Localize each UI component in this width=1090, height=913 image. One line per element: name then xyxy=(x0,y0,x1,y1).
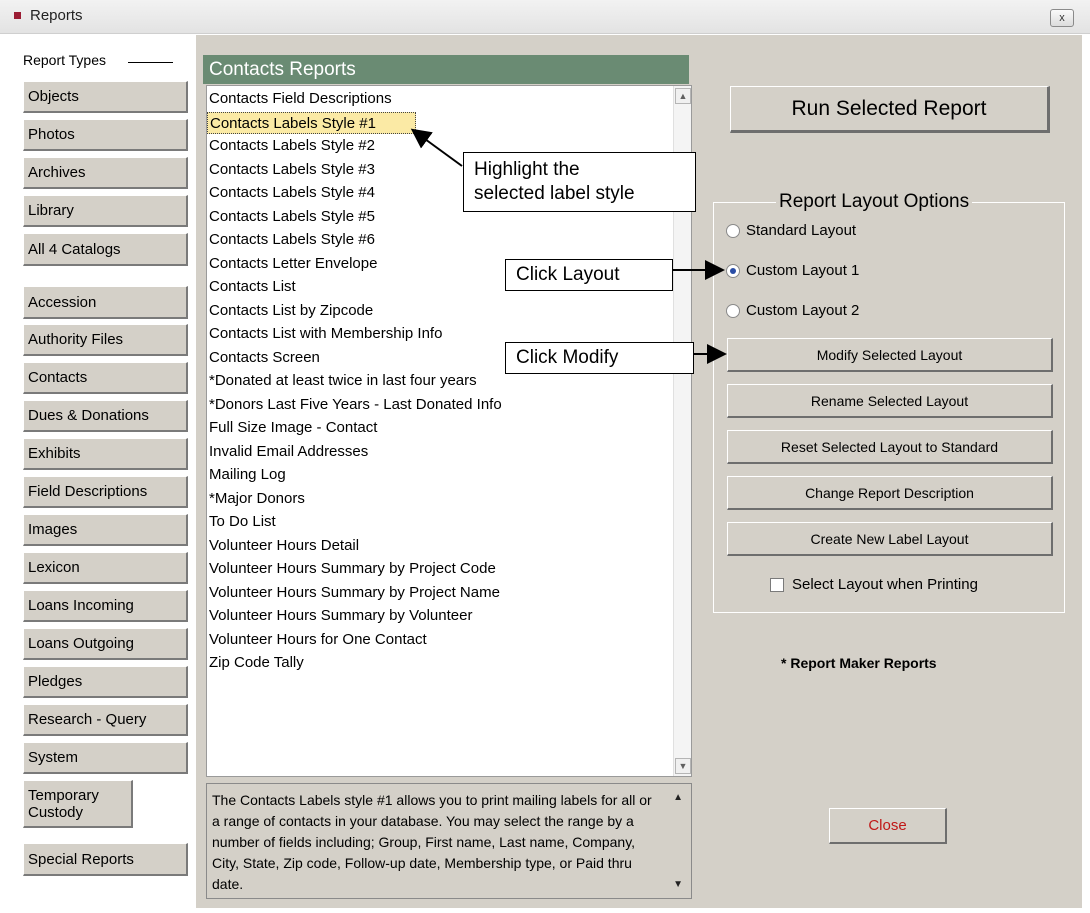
report-types-header: Report Types xyxy=(23,52,107,68)
report-list-item[interactable]: Volunteer Hours Summary by Project Name xyxy=(207,582,500,604)
report-list-item[interactable]: *Donated at least twice in last four yea… xyxy=(207,370,477,392)
report-type-exhibits[interactable]: Exhibits xyxy=(23,438,188,470)
radio-custom-layout-2-indicator[interactable] xyxy=(726,303,740,318)
report-list-item[interactable]: Zip Code Tally xyxy=(207,652,304,674)
report-description: The Contacts Labels style #1 allows you … xyxy=(206,783,692,899)
report-list-item[interactable]: Volunteer Hours Summary by Volunteer xyxy=(207,605,472,627)
report-types-divider xyxy=(128,62,173,63)
report-list-item[interactable]: Full Size Image - Contact xyxy=(207,417,377,439)
report-type-photos[interactable]: Photos xyxy=(23,119,188,151)
report-type-images[interactable]: Images xyxy=(23,514,188,546)
report-type-field-descriptions[interactable]: Field Descriptions xyxy=(23,476,188,508)
report-type-temporary-custody-label: Temporary Custody xyxy=(28,786,99,821)
report-type-objects[interactable]: Objects xyxy=(23,81,188,113)
report-list-item[interactable]: Contacts Labels Style #4 xyxy=(207,182,375,204)
reset-selected-layout-button[interactable]: Reset Selected Layout to Standard xyxy=(727,430,1053,464)
report-type-library[interactable]: Library xyxy=(23,195,188,227)
report-types-panel: Report Types Objects Photos Archives Lib… xyxy=(11,35,196,908)
report-list-item[interactable]: Contacts Screen xyxy=(207,347,320,369)
report-list-item[interactable]: Volunteer Hours Summary by Project Code xyxy=(207,558,496,580)
callout-highlight-line2: selected label style xyxy=(474,183,635,204)
report-list-item[interactable]: Contacts Labels Style #1 xyxy=(207,111,416,134)
report-list-item[interactable]: Volunteer Hours for One Contact xyxy=(207,629,427,651)
report-list-item[interactable]: *Major Donors xyxy=(207,488,305,510)
title-bar: Reports x xyxy=(0,0,1090,34)
select-layout-when-printing-label: Select Layout when Printing xyxy=(792,576,978,593)
reports-list-title: Contacts Reports xyxy=(203,55,689,84)
report-type-special-reports[interactable]: Special Reports xyxy=(23,843,188,876)
report-list-item[interactable]: Contacts Labels Style #3 xyxy=(207,159,375,181)
create-new-label-layout-button[interactable]: Create New Label Layout xyxy=(727,522,1053,556)
window-close-button[interactable]: x xyxy=(1050,9,1074,27)
rename-selected-layout-button[interactable]: Rename Selected Layout xyxy=(727,384,1053,418)
report-list-item[interactable]: Contacts Labels Style #2 xyxy=(207,135,375,157)
change-report-description-button[interactable]: Change Report Description xyxy=(727,476,1053,510)
radio-custom-layout-1[interactable]: Custom Layout 1 xyxy=(726,262,859,279)
close-button[interactable]: Close xyxy=(829,808,947,844)
radio-custom-layout-1-label: Custom Layout 1 xyxy=(746,262,860,279)
description-scroll-up-icon[interactable]: ▲ xyxy=(673,792,683,803)
report-list-item[interactable]: Contacts List xyxy=(207,276,296,298)
report-list-item[interactable]: Contacts List by Zipcode xyxy=(207,300,373,322)
radio-custom-layout-2[interactable]: Custom Layout 2 xyxy=(726,302,859,319)
radio-custom-layout-2-label: Custom Layout 2 xyxy=(746,302,860,319)
callout-highlight: Highlight the selected label style xyxy=(463,152,696,212)
description-scroll-down-icon[interactable]: ▼ xyxy=(673,879,683,890)
radio-standard-layout-indicator[interactable] xyxy=(726,223,740,238)
report-list-item[interactable]: Volunteer Hours Detail xyxy=(207,535,359,557)
report-type-loans-outgoing[interactable]: Loans Outgoing xyxy=(23,628,188,660)
report-type-system[interactable]: System xyxy=(23,742,188,774)
callout-layout: Click Layout xyxy=(505,259,673,291)
window-title: Reports xyxy=(30,7,83,24)
report-list-item[interactable]: Invalid Email Addresses xyxy=(207,441,368,463)
report-type-research-query[interactable]: Research - Query xyxy=(23,704,188,736)
report-layout-options-group: Report Layout Options Standard Layout Cu… xyxy=(713,191,1065,613)
callout-highlight-line1: Highlight the xyxy=(474,159,580,180)
report-type-temporary-custody[interactable]: Temporary Custody xyxy=(23,780,133,828)
run-selected-report-button[interactable]: Run Selected Report xyxy=(730,86,1050,133)
report-list-item[interactable]: Mailing Log xyxy=(207,464,286,486)
report-type-contacts[interactable]: Contacts xyxy=(23,362,188,394)
report-maker-note: * Report Maker Reports xyxy=(781,655,937,671)
report-type-dues-donations[interactable]: Dues & Donations xyxy=(23,400,188,432)
report-description-text: The Contacts Labels style #1 allows you … xyxy=(212,792,652,892)
callout-modify: Click Modify xyxy=(505,342,694,374)
report-type-archives[interactable]: Archives xyxy=(23,157,188,189)
report-list-item[interactable]: *Donors Last Five Years - Last Donated I… xyxy=(207,394,502,416)
radio-standard-layout-label: Standard Layout xyxy=(746,222,857,239)
reports-window: Report Types Objects Photos Archives Lib… xyxy=(11,35,1082,908)
radio-standard-layout[interactable]: Standard Layout xyxy=(726,222,856,239)
scroll-down-icon[interactable]: ▼ xyxy=(675,758,691,774)
report-type-authority-files[interactable]: Authority Files xyxy=(23,324,188,356)
report-list-item[interactable]: Contacts Letter Envelope xyxy=(207,253,377,275)
app-icon xyxy=(14,12,21,19)
report-list-item[interactable]: Contacts Labels Style #6 xyxy=(207,229,375,251)
report-type-all-4-catalogs[interactable]: All 4 Catalogs xyxy=(23,233,188,266)
modify-selected-layout-button[interactable]: Modify Selected Layout xyxy=(727,338,1053,372)
report-type-lexicon[interactable]: Lexicon xyxy=(23,552,188,584)
select-layout-when-printing[interactable]: Select Layout when Printing xyxy=(770,576,978,593)
report-list-item[interactable]: Contacts Labels Style #5 xyxy=(207,206,375,228)
report-layout-options-title: Report Layout Options xyxy=(776,191,973,213)
report-list-item[interactable]: To Do List xyxy=(207,511,276,533)
radio-custom-layout-1-indicator[interactable] xyxy=(726,263,740,278)
report-list-item[interactable]: Contacts List with Membership Info xyxy=(207,323,442,345)
report-type-accession[interactable]: Accession xyxy=(23,286,188,319)
select-layout-when-printing-checkbox[interactable] xyxy=(770,577,784,592)
report-type-pledges[interactable]: Pledges xyxy=(23,666,188,698)
report-type-loans-incoming[interactable]: Loans Incoming xyxy=(23,590,188,622)
scroll-up-icon[interactable]: ▲ xyxy=(675,88,691,104)
report-list-item[interactable]: Contacts Field Descriptions xyxy=(207,88,392,110)
